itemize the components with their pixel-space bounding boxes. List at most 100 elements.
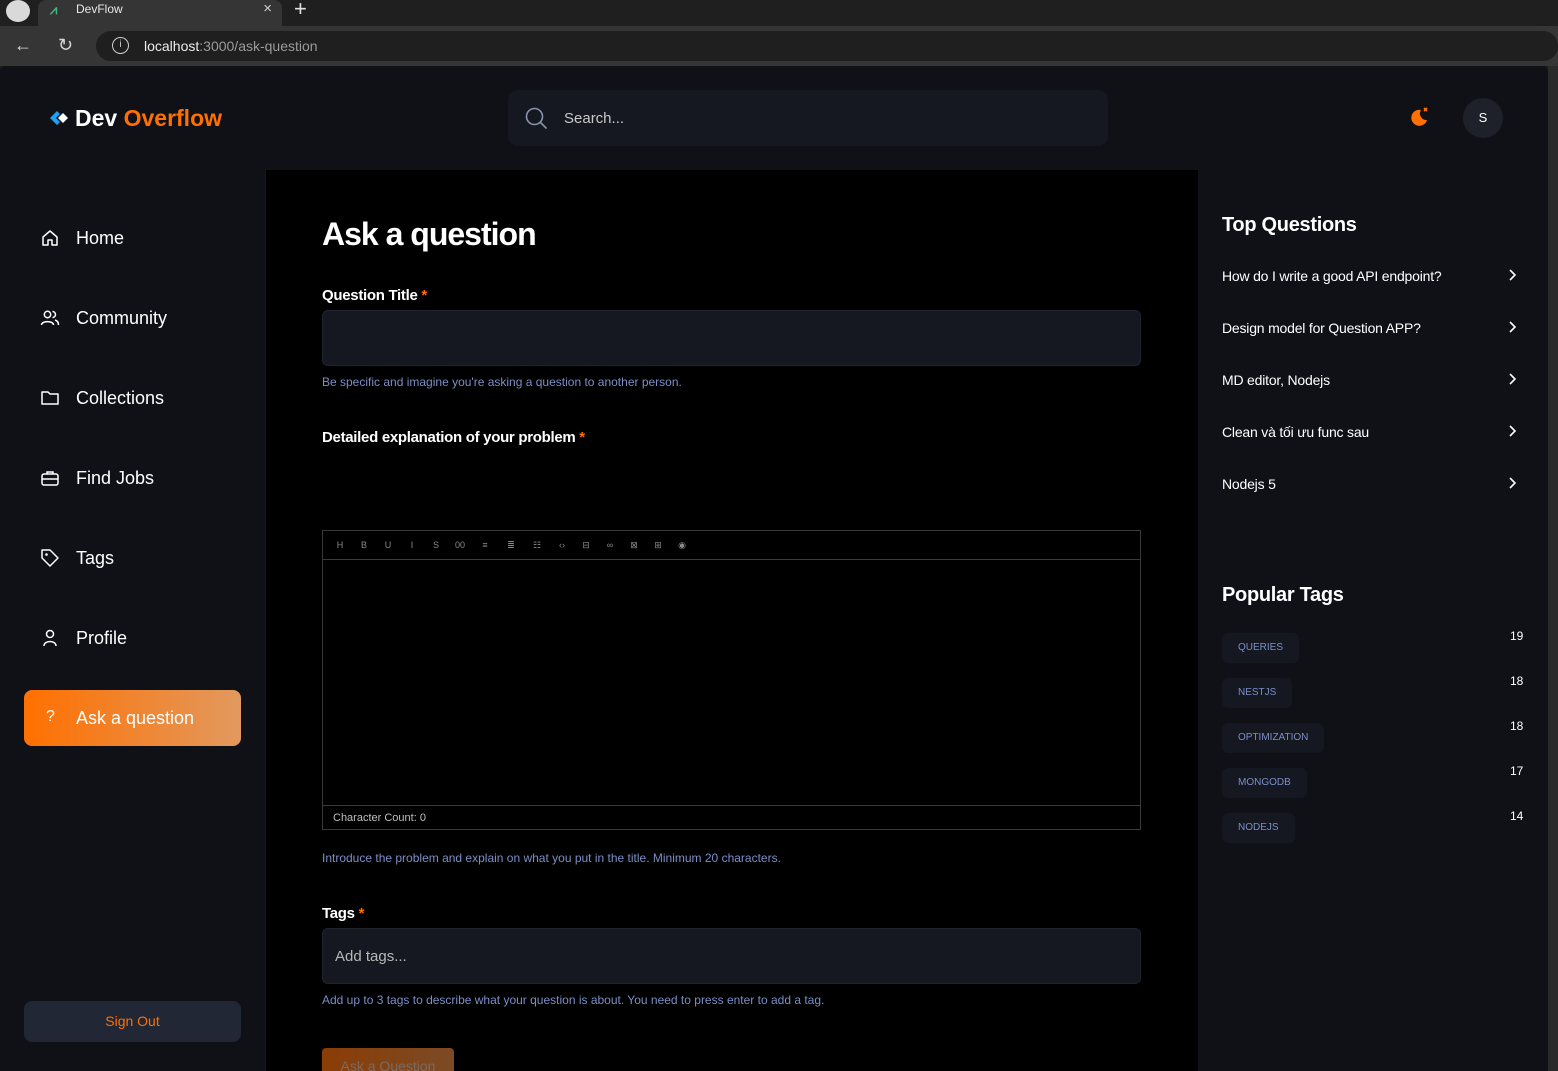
briefcase-icon (41, 471, 59, 486)
top-question-text: MD editor, Nodejs (1222, 372, 1330, 388)
url-field[interactable]: i localhost:3000/ask-question (96, 31, 1558, 61)
heading-icon[interactable]: H (333, 538, 347, 552)
top-navbar: Dev Overflow S (0, 66, 1548, 170)
sidebar-item-tags[interactable]: Tags (24, 530, 241, 586)
search-input[interactable] (564, 90, 1084, 146)
back-arrow-icon[interactable]: ← (14, 35, 32, 55)
fullscreen-icon[interactable]: ⊞ (651, 538, 665, 552)
tag-badge[interactable]: MONGODB (1222, 768, 1307, 798)
preview-icon[interactable]: ◉ (675, 538, 689, 552)
table-icon[interactable]: ⊟ (579, 538, 593, 552)
tab-close-icon[interactable]: × (263, 1, 272, 17)
main-content: Ask a question Question Title * Be speci… (266, 170, 1198, 1071)
sidebar-item-collections[interactable]: Collections (24, 370, 241, 426)
required-mark: * (421, 287, 427, 304)
moon-theme-icon[interactable] (1408, 106, 1430, 128)
tag-badge[interactable]: OPTIMIZATION (1222, 723, 1325, 753)
tag-count: 14 (1510, 809, 1524, 823)
sidebar-item-community[interactable]: Community (24, 290, 241, 346)
reload-icon[interactable]: ↻ (58, 35, 73, 55)
explanation-label: Detailed explanation of your problem * (322, 429, 585, 446)
sidebar-item-label: Tags (76, 548, 115, 568)
browser-profile-icon[interactable] (6, 0, 30, 22)
popular-tag-row: MONGODB 17 (1222, 764, 1523, 798)
folder-icon (41, 391, 59, 405)
sidebar-item-label: Profile (76, 628, 128, 648)
sign-out-button[interactable]: Sign Out (24, 1001, 241, 1042)
popular-tag-row: QUERIES 19 (1222, 629, 1523, 663)
global-search (508, 90, 1108, 146)
top-question-item[interactable]: Design model for Question APP? (1222, 319, 1522, 339)
tag-count: 19 (1510, 629, 1524, 643)
ask-question-submit-button[interactable]: Ask a Question (322, 1048, 454, 1071)
home-icon (42, 230, 58, 246)
page-title: Ask a question (322, 216, 537, 252)
question-title-input[interactable] (322, 310, 1141, 366)
app-window: Dev Overflow S Home Community Collection… (0, 66, 1548, 1071)
tags-label: Tags * (322, 905, 365, 922)
link-icon[interactable]: ∞ (603, 538, 617, 552)
popular-tag-row: NODEJS 14 (1222, 809, 1523, 843)
bold-icon[interactable]: B (357, 538, 371, 552)
sidebar-item-label: Home (76, 228, 125, 248)
popular-tags-title: Popular Tags (1222, 584, 1344, 606)
editor-toolbar: H B U I S 00 ≡ ≣ ☷ ‹› ⊟ ∞ ⊠ ⊞ ◉ (323, 531, 1140, 560)
tags-hint: Add up to 3 tags to describe what your q… (322, 993, 825, 1007)
top-question-text: Nodejs 5 (1222, 476, 1276, 492)
top-question-item[interactable]: Clean và tối ưu func sau (1222, 423, 1522, 443)
nuxt-favicon-icon: ⩘ (50, 2, 58, 17)
tag-count: 18 (1510, 719, 1524, 733)
ordered-list-icon[interactable]: ≣ (504, 538, 518, 552)
new-tab-button[interactable]: + (294, 0, 307, 20)
sidebar-item-label: Community (76, 308, 168, 328)
chevron-right-icon (1509, 269, 1517, 281)
site-info-icon[interactable]: i (112, 37, 129, 54)
top-question-text: Clean và tối ưu func sau (1222, 424, 1369, 440)
superscript-icon[interactable]: 00 (453, 538, 467, 552)
tag-count: 17 (1510, 764, 1524, 778)
url-text: localhost:3000/ask-question (144, 38, 318, 54)
devtools-strip (1548, 66, 1558, 1071)
popular-tag-row: OPTIMIZATION 18 (1222, 719, 1523, 753)
markdown-editor[interactable]: H B U I S 00 ≡ ≣ ☷ ‹› ⊟ ∞ ⊠ ⊞ ◉ Characte… (322, 530, 1141, 830)
browser-tab-title: DevFlow (76, 2, 123, 16)
strikethrough-icon[interactable]: S (429, 538, 443, 552)
popular-tag-row: NESTJS 18 (1222, 674, 1523, 708)
unordered-list-icon[interactable]: ≡ (478, 538, 492, 552)
avatar[interactable]: S (1463, 98, 1503, 138)
tags-input[interactable] (322, 928, 1141, 984)
browser-tab-bar: ⩘ DevFlow × + (0, 0, 1558, 26)
question-title-label: Question Title * (322, 287, 427, 304)
italic-icon[interactable]: I (405, 538, 419, 552)
question-title-hint: Be specific and imagine you're asking a … (322, 375, 682, 389)
question-icon: ? (46, 708, 55, 725)
required-mark: * (358, 905, 365, 922)
top-question-item[interactable]: Nodejs 5 (1222, 475, 1522, 495)
sidebar-item-label: Ask a question (76, 708, 195, 728)
tag-icon (41, 549, 59, 567)
sidebar-item-label: Collections (76, 388, 165, 408)
tag-count: 18 (1510, 674, 1524, 688)
tag-badge[interactable]: QUERIES (1222, 633, 1300, 663)
search-icon (525, 107, 547, 129)
sidebar-item-profile[interactable]: Profile (24, 610, 241, 666)
chevron-right-icon (1509, 477, 1517, 489)
chevron-right-icon (1509, 321, 1517, 333)
code-icon[interactable]: ‹› (555, 538, 569, 552)
tag-badge[interactable]: NESTJS (1222, 678, 1293, 708)
sidebar-item-ask-question[interactable]: ? Ask a question (24, 690, 241, 746)
task-list-icon[interactable]: ☷ (530, 538, 544, 552)
top-question-text: Design model for Question APP? (1222, 320, 1421, 336)
top-question-item[interactable]: How do I write a good API endpoint? (1222, 267, 1522, 287)
tag-badge[interactable]: NODEJS (1222, 813, 1295, 843)
underline-icon[interactable]: U (381, 538, 395, 552)
left-sidebar: Home Community Collections Find Jobs Tag… (0, 170, 266, 1071)
top-question-item[interactable]: MD editor, Nodejs (1222, 371, 1522, 391)
logo-mark-icon (50, 111, 68, 125)
sidebar-item-home[interactable]: Home (24, 210, 241, 266)
chevron-right-icon (1509, 425, 1517, 437)
image-icon[interactable]: ⊠ (627, 538, 641, 552)
explanation-hint: Introduce the problem and explain on wha… (322, 851, 781, 865)
sidebar-item-find-jobs[interactable]: Find Jobs (24, 450, 241, 506)
browser-tab[interactable]: ⩘ DevFlow × (38, 0, 282, 26)
